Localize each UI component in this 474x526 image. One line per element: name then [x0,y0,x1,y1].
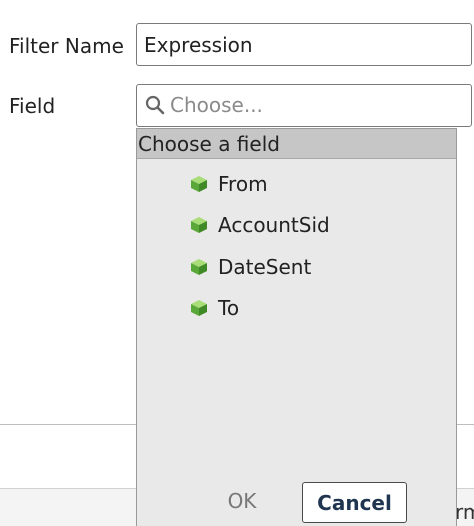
field-option-label: DateSent [218,255,312,279]
cube-icon [191,217,207,233]
field-option-label: From [218,172,268,196]
field-option-label: To [218,296,240,320]
filter-name-input[interactable] [136,23,472,66]
search-icon [145,95,165,115]
filter-name-label: Filter Name [9,34,124,58]
field-option-to[interactable]: To [189,293,239,323]
dropdown-header: Choose a field [137,129,456,159]
field-option-datesent[interactable]: DateSent [189,252,311,282]
field-option-label: AccountSid [218,213,330,237]
field-option-from[interactable]: From [189,169,268,199]
footer-cutoff-text: rm [455,500,474,524]
cancel-button[interactable]: Cancel [302,482,407,523]
field-chooser-dropdown: Choose a field From AccountSid DateSent [136,128,457,526]
ok-button[interactable]: OK [213,482,271,520]
field-search-box[interactable] [136,84,472,127]
cube-icon [191,300,207,316]
field-option-accountsid[interactable]: AccountSid [189,210,330,240]
field-label: Field [9,94,56,118]
cube-icon [191,259,207,275]
cube-icon [191,176,207,192]
field-search-input[interactable] [170,85,455,125]
